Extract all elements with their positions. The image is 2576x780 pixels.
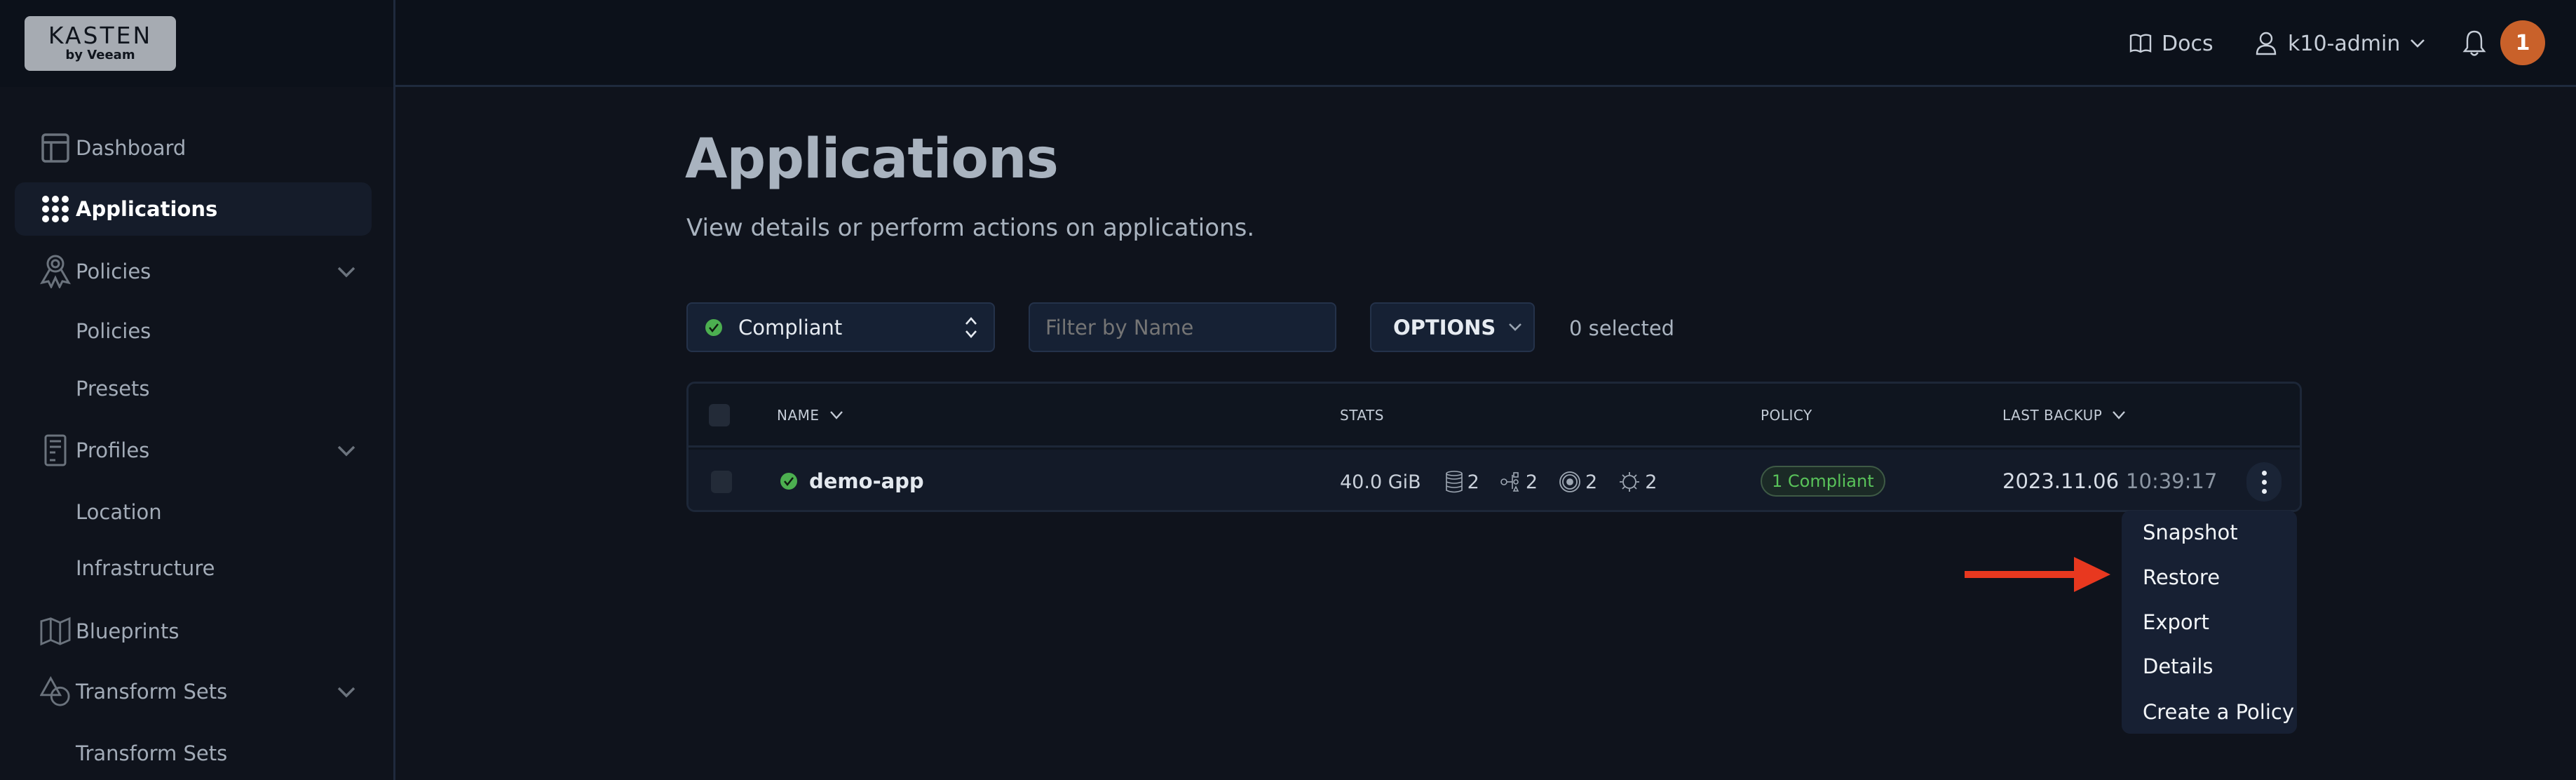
sidebar-item-label: Applications (76, 197, 218, 221)
ribbon-icon (40, 255, 71, 288)
sidebar: KASTEN by Veeam Dashboard Applications P… (0, 0, 395, 780)
sort-chevron-icon (829, 411, 843, 419)
stat-configs-count: 2 (1645, 471, 1658, 493)
database-icon (1445, 471, 1463, 493)
column-header-last-backup[interactable]: LAST BACKUP (2002, 407, 2126, 424)
policy-status-badge[interactable]: 1 Compliant (1761, 466, 1885, 497)
check-circle-icon (780, 473, 797, 490)
last-backup-cell: 2023.11.06 10:39:17 (2002, 469, 2217, 493)
sort-chevron-icon (2113, 411, 2126, 419)
stat-volumes: 2 (1445, 471, 1479, 493)
selected-count: 0 selected (1569, 316, 1675, 340)
options-button[interactable]: OPTIONS (1370, 302, 1535, 352)
chevron-down-icon[interactable] (336, 261, 357, 282)
sidebar-item-label: Transform Sets (76, 680, 228, 704)
stat-workloads-count: 2 (1525, 471, 1538, 493)
config-gear-icon (1620, 472, 1640, 492)
stat-workloads: 2 (1500, 471, 1538, 493)
row-actions-menu: Snapshot Restore Export Details Create a… (2122, 511, 2297, 734)
notifications-button[interactable] (2462, 27, 2486, 60)
stat-size: 40.0 GiB (1340, 471, 1421, 493)
book-icon (2129, 34, 2152, 53)
sidebar-subitem-location[interactable]: Location (76, 500, 162, 524)
app-name-cell[interactable]: demo-app (780, 469, 924, 493)
profile-doc-icon (40, 434, 71, 466)
page-subtitle: View details or perform actions on appli… (686, 214, 1255, 242)
sidebar-item-applications[interactable]: Applications (15, 182, 372, 236)
backup-time: 10:39:17 (2126, 469, 2218, 493)
column-header-policy: POLICY (1761, 407, 1812, 424)
menu-item-details[interactable]: Details (2143, 654, 2214, 678)
table-row[interactable]: demo-app 40.0 GiB 2 2 2 2 1 Compliant 20… (689, 450, 2300, 510)
sidebar-subitem-transform-sets[interactable]: Transform Sets (76, 741, 227, 765)
column-header-stats: STATS (1340, 407, 1384, 424)
menu-item-export[interactable]: Export (2143, 610, 2209, 634)
kebab-dot (2261, 488, 2267, 494)
table-header: NAME STATS POLICY LAST BACKUP (689, 384, 2300, 448)
kebab-dot (2261, 470, 2267, 476)
chevron-down-icon (1509, 323, 1522, 331)
chevron-down-icon[interactable] (336, 681, 357, 702)
page-title: Applications (685, 128, 1059, 191)
stat-volumes-count: 2 (1467, 471, 1479, 493)
menu-item-create-policy[interactable]: Create a Policy (2143, 700, 2294, 724)
stat-services-count: 2 (1585, 471, 1598, 493)
notification-badge[interactable]: 1 (2500, 20, 2545, 65)
column-policy-label: POLICY (1761, 407, 1812, 424)
select-all-checkbox[interactable] (709, 404, 730, 426)
column-stats-label: STATS (1340, 407, 1384, 424)
chevron-down-icon (2411, 39, 2425, 48)
logo-brand: KASTEN (48, 22, 153, 49)
stat-services: 2 (1559, 471, 1597, 493)
kebab-dot (2261, 479, 2267, 485)
sidebar-item-transform-sets[interactable]: Transform Sets (15, 665, 372, 718)
docs-label: Docs (2162, 31, 2214, 56)
applications-table: NAME STATS POLICY LAST BACKUP demo-app 4… (686, 382, 2302, 512)
shapes-icon (40, 675, 71, 707)
sidebar-subitem-infrastructure[interactable]: Infrastructure (76, 556, 215, 580)
sidebar-item-label: Blueprints (76, 619, 179, 643)
updown-chevron-icon (965, 316, 977, 338)
compliance-filter-value: Compliant (738, 315, 843, 339)
apps-grid-icon (40, 194, 71, 224)
menu-item-restore[interactable]: Restore (2143, 565, 2220, 589)
column-name-label: NAME (777, 407, 820, 424)
stats-cell: 40.0 GiB 2 2 2 2 (1340, 471, 1678, 493)
sidebar-item-policies[interactable]: Policies (15, 245, 372, 298)
backup-date: 2023.11.06 (2002, 469, 2120, 493)
options-label: OPTIONS (1393, 315, 1496, 339)
sidebar-item-profiles[interactable]: Profiles (15, 424, 372, 477)
bell-icon (2462, 30, 2486, 56)
sidebar-item-label: Policies (76, 260, 151, 283)
user-icon (2256, 32, 2277, 55)
sidebar-subitem-policies[interactable]: Policies (76, 319, 151, 343)
sidebar-subitem-presets[interactable]: Presets (76, 377, 150, 401)
check-circle-icon (705, 318, 722, 336)
sidebar-item-blueprints[interactable]: Blueprints (15, 605, 372, 658)
stat-configs: 2 (1618, 471, 1657, 493)
annotation-arrow-icon (1965, 557, 2110, 592)
workload-tree-icon (1500, 472, 1519, 492)
chevron-down-icon[interactable] (336, 440, 357, 461)
sidebar-item-label: Profiles (76, 438, 150, 462)
name-filter-input[interactable] (1045, 315, 1319, 339)
menu-item-snapshot[interactable]: Snapshot (2143, 520, 2238, 544)
user-label: k10-admin (2288, 31, 2401, 56)
sidebar-item-label: Dashboard (76, 136, 187, 160)
service-gear-icon (1559, 471, 1580, 492)
column-last-backup-label: LAST BACKUP (2002, 407, 2103, 424)
map-icon (40, 616, 71, 647)
dashboard-icon (40, 133, 71, 163)
logo-sub: by Veeam (65, 48, 135, 62)
user-menu[interactable]: k10-admin (2256, 27, 2425, 60)
kasten-logo[interactable]: KASTEN by Veeam (25, 16, 176, 71)
compliance-filter-select[interactable]: Compliant (686, 302, 995, 352)
app-name: demo-app (809, 469, 924, 493)
name-filter-field[interactable] (1029, 302, 1336, 352)
docs-link[interactable]: Docs (2129, 27, 2214, 60)
row-actions-button[interactable] (2246, 462, 2282, 502)
sidebar-item-dashboard[interactable]: Dashboard (15, 121, 372, 175)
row-checkbox[interactable] (711, 471, 732, 493)
column-header-name[interactable]: NAME (777, 407, 843, 424)
